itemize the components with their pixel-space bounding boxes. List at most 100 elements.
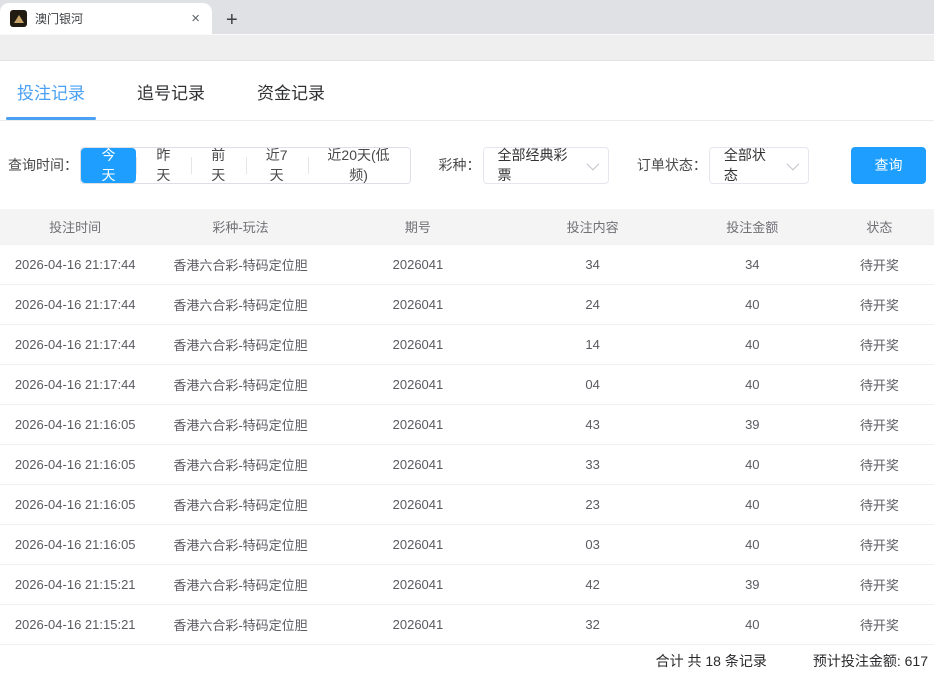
tab-label: 投注记录 bbox=[17, 84, 85, 103]
status-filter-label: 订单状态： bbox=[637, 155, 707, 175]
cell-lottery-play: 香港六合彩-特码定位胆 bbox=[150, 484, 330, 524]
cell-bet-time: 2026-04-16 21:15:21 bbox=[0, 564, 150, 604]
cell-issue: 2026041 bbox=[331, 404, 506, 444]
table-row: 2026-04-16 21:16:05香港六合彩-特码定位胆2026041433… bbox=[0, 404, 934, 444]
records-tbody: 2026-04-16 21:17:44香港六合彩-特码定位胆2026041343… bbox=[0, 244, 934, 644]
cell-lottery-play: 香港六合彩-特码定位胆 bbox=[150, 364, 330, 404]
cell-bet-time: 2026-04-16 21:17:44 bbox=[0, 284, 150, 324]
order-status-select[interactable]: 全部状态 bbox=[709, 147, 809, 184]
header-lottery-play: 彩种-玩法 bbox=[150, 209, 330, 244]
cell-issue: 2026041 bbox=[331, 524, 506, 564]
cell-status: 待开奖 bbox=[825, 364, 934, 404]
cell-lottery-play: 香港六合彩-特码定位胆 bbox=[150, 284, 330, 324]
lottery-select[interactable]: 全部经典彩票 bbox=[483, 147, 609, 184]
cell-status: 待开奖 bbox=[825, 244, 934, 284]
browser-toolbar bbox=[0, 34, 934, 61]
time-option-today[interactable]: 今天 bbox=[81, 148, 136, 183]
cell-bet-time: 2026-04-16 21:16:05 bbox=[0, 404, 150, 444]
tab-close-icon[interactable]: × bbox=[187, 9, 204, 28]
cell-bet-amount: 40 bbox=[680, 604, 825, 644]
cell-status: 待开奖 bbox=[825, 484, 934, 524]
records-count: 合计 共 18 条记录 bbox=[656, 651, 767, 671]
cell-bet-time: 2026-04-16 21:16:05 bbox=[0, 484, 150, 524]
table-row: 2026-04-16 21:16:05香港六合彩-特码定位胆2026041234… bbox=[0, 484, 934, 524]
time-option-yesterday[interactable]: 昨天 bbox=[136, 148, 191, 183]
cell-issue: 2026041 bbox=[331, 284, 506, 324]
cell-status: 待开奖 bbox=[825, 604, 934, 644]
cell-bet-amount: 34 bbox=[680, 244, 825, 284]
cell-bet-amount: 40 bbox=[680, 324, 825, 364]
cell-bet-content: 32 bbox=[505, 604, 680, 644]
time-option-day-before[interactable]: 前天 bbox=[191, 148, 246, 183]
records-table: 投注时间 彩种-玩法 期号 投注内容 投注金额 状态 2026-04-16 21… bbox=[0, 209, 934, 645]
time-range-group: 今天 昨天 前天 近7天 近20天(低频) bbox=[80, 147, 411, 184]
browser-tab[interactable]: 澳门银河 × bbox=[0, 3, 212, 34]
table-row: 2026-04-16 21:16:05香港六合彩-特码定位胆2026041334… bbox=[0, 444, 934, 484]
header-bet-time: 投注时间 bbox=[0, 209, 150, 244]
page-tabs: 投注记录 追号记录 资金记录 bbox=[0, 61, 934, 121]
cell-status: 待开奖 bbox=[825, 284, 934, 324]
cell-lottery-play: 香港六合彩-特码定位胆 bbox=[150, 404, 330, 444]
site-favicon-icon bbox=[10, 10, 27, 27]
new-tab-icon[interactable]: + bbox=[226, 10, 238, 30]
cell-bet-content: 33 bbox=[505, 444, 680, 484]
cell-lottery-play: 香港六合彩-特码定位胆 bbox=[150, 524, 330, 564]
cell-lottery-play: 香港六合彩-特码定位胆 bbox=[150, 604, 330, 644]
cell-bet-content: 34 bbox=[505, 244, 680, 284]
tab-fund-records[interactable]: 资金记录 bbox=[252, 79, 330, 120]
cell-status: 待开奖 bbox=[825, 404, 934, 444]
cell-issue: 2026041 bbox=[331, 364, 506, 404]
cell-bet-content: 04 bbox=[505, 364, 680, 404]
tab-chase-records[interactable]: 追号记录 bbox=[132, 79, 210, 120]
table-row: 2026-04-16 21:16:05香港六合彩-特码定位胆2026041034… bbox=[0, 524, 934, 564]
cell-issue: 2026041 bbox=[331, 564, 506, 604]
query-button[interactable]: 查询 bbox=[851, 147, 926, 184]
cell-bet-time: 2026-04-16 21:15:21 bbox=[0, 604, 150, 644]
cell-bet-content: 14 bbox=[505, 324, 680, 364]
header-status: 状态 bbox=[825, 209, 934, 244]
cell-bet-amount: 39 bbox=[680, 564, 825, 604]
chevron-down-icon bbox=[787, 157, 800, 170]
browser-tab-title: 澳门银河 bbox=[35, 10, 187, 27]
cell-lottery-play: 香港六合彩-特码定位胆 bbox=[150, 244, 330, 284]
table-row: 2026-04-16 21:15:21香港六合彩-特码定位胆2026041324… bbox=[0, 604, 934, 644]
filter-bar: 查询时间： 今天 昨天 前天 近7天 近20天(低频) 彩种： 全部经典彩票 订… bbox=[0, 121, 934, 209]
cell-bet-content: 42 bbox=[505, 564, 680, 604]
cell-bet-amount: 40 bbox=[680, 364, 825, 404]
cell-bet-content: 03 bbox=[505, 524, 680, 564]
cell-issue: 2026041 bbox=[331, 324, 506, 364]
cell-bet-amount: 40 bbox=[680, 444, 825, 484]
time-option-20days[interactable]: 近20天(低频) bbox=[308, 148, 410, 183]
time-option-7days[interactable]: 近7天 bbox=[246, 148, 308, 183]
cell-bet-time: 2026-04-16 21:16:05 bbox=[0, 524, 150, 564]
table-row: 2026-04-16 21:15:21香港六合彩-特码定位胆2026041423… bbox=[0, 564, 934, 604]
cell-lottery-play: 香港六合彩-特码定位胆 bbox=[150, 444, 330, 484]
cell-bet-amount: 40 bbox=[680, 484, 825, 524]
cell-bet-content: 24 bbox=[505, 284, 680, 324]
tab-label: 资金记录 bbox=[257, 84, 325, 103]
cell-issue: 2026041 bbox=[331, 244, 506, 284]
tab-bet-records[interactable]: 投注记录 bbox=[12, 79, 90, 120]
cell-status: 待开奖 bbox=[825, 524, 934, 564]
cell-lottery-play: 香港六合彩-特码定位胆 bbox=[150, 564, 330, 604]
lottery-filter-label: 彩种： bbox=[439, 155, 481, 175]
time-filter-label: 查询时间： bbox=[8, 155, 78, 175]
cell-status: 待开奖 bbox=[825, 564, 934, 604]
table-row: 2026-04-16 21:17:44香港六合彩-特码定位胆2026041244… bbox=[0, 284, 934, 324]
chevron-down-icon bbox=[586, 157, 599, 170]
lottery-select-value: 全部经典彩票 bbox=[498, 145, 575, 185]
cell-issue: 2026041 bbox=[331, 604, 506, 644]
cell-bet-amount: 39 bbox=[680, 404, 825, 444]
browser-tab-strip: 澳门银河 × + bbox=[0, 0, 934, 34]
cell-bet-time: 2026-04-16 21:17:44 bbox=[0, 364, 150, 404]
cell-bet-content: 23 bbox=[505, 484, 680, 524]
table-row: 2026-04-16 21:17:44香港六合彩-特码定位胆2026041044… bbox=[0, 364, 934, 404]
cell-bet-amount: 40 bbox=[680, 284, 825, 324]
cell-bet-time: 2026-04-16 21:17:44 bbox=[0, 324, 150, 364]
cell-bet-amount: 40 bbox=[680, 524, 825, 564]
cell-bet-time: 2026-04-16 21:17:44 bbox=[0, 244, 150, 284]
table-header-row: 投注时间 彩种-玩法 期号 投注内容 投注金额 状态 bbox=[0, 209, 934, 244]
cell-bet-content: 43 bbox=[505, 404, 680, 444]
estimated-amount: 预计投注金额: 617 bbox=[813, 651, 928, 671]
cell-status: 待开奖 bbox=[825, 444, 934, 484]
